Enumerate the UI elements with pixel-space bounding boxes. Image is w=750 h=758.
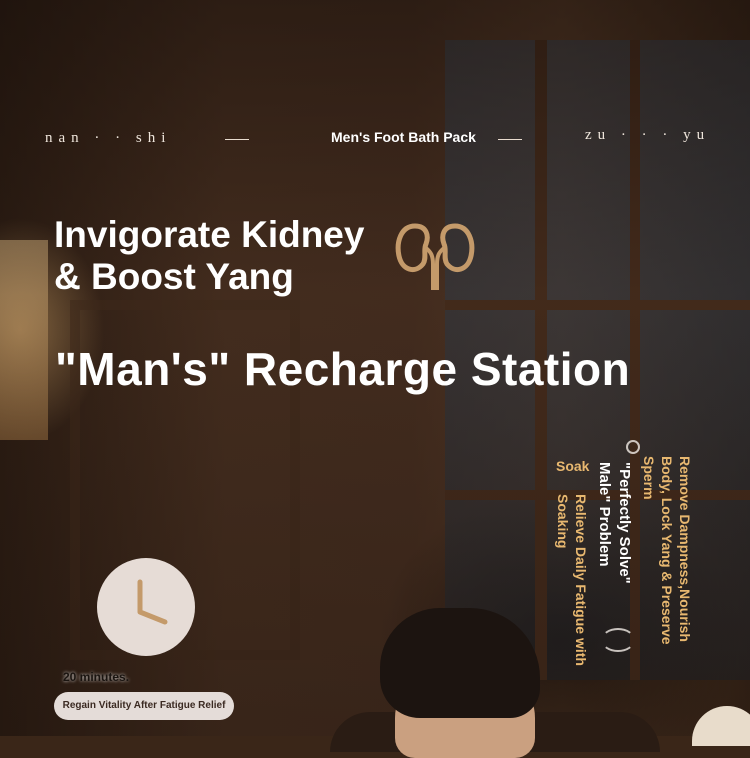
divider bbox=[225, 139, 249, 140]
top-bar: nan · · shi Men's Foot Bath Pack zu · · … bbox=[0, 127, 750, 150]
headline-line-2: & Boost Yang bbox=[54, 256, 294, 297]
clock-icon bbox=[97, 558, 195, 656]
headline-line-1: Invigorate Kidney bbox=[54, 214, 365, 255]
vertical-text: Soaking bbox=[555, 494, 571, 549]
main-title: "Man's" Recharge Station bbox=[55, 343, 631, 395]
decorative-circle bbox=[601, 628, 635, 652]
person-hair bbox=[380, 608, 540, 718]
vertical-text: Remove Dampness,Nourish bbox=[677, 456, 693, 642]
clock-hands bbox=[137, 579, 168, 625]
vertical-text: "Perfectly Solve" bbox=[616, 462, 633, 584]
decorative-circle bbox=[626, 440, 640, 454]
vertical-text: Relieve Daily Fatigue with bbox=[573, 494, 589, 666]
divider bbox=[498, 139, 522, 140]
top-bar-right-text: zu · · · yu bbox=[585, 127, 711, 143]
top-bar-left-text: nan · · shi bbox=[45, 130, 172, 146]
pack-title: Men's Foot Bath Pack bbox=[331, 129, 476, 145]
vitality-pill: Regain Vitality After Fatigue Relief bbox=[54, 692, 234, 720]
vertical-text: Body, Lock Yang & Preserve bbox=[659, 456, 675, 645]
soak-label: Soak bbox=[556, 458, 590, 474]
vertical-text: Sperm bbox=[641, 456, 657, 500]
minutes-label: 20 minutes. bbox=[63, 670, 130, 684]
vertical-text: Male" Problem bbox=[596, 462, 613, 567]
kidney-icon bbox=[395, 223, 475, 290]
